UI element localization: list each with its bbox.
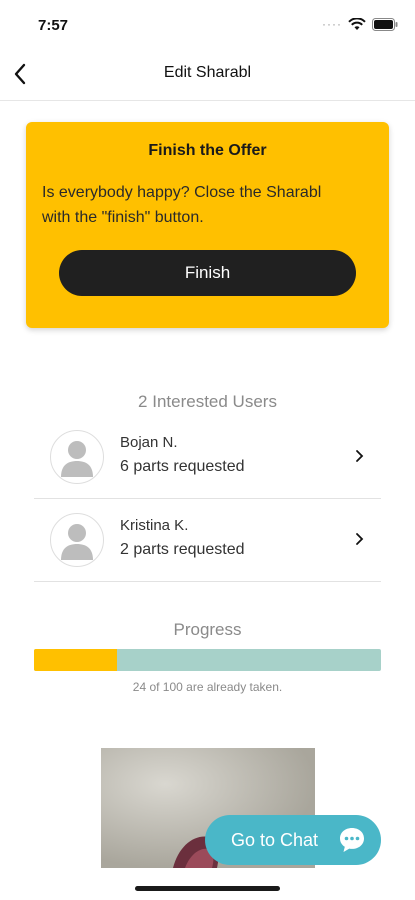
finish-offer-card: Finish the Offer Is everybody happy? Clo…: [26, 122, 389, 328]
user-name: Kristina K.: [120, 517, 189, 534]
user-name: Bojan N.: [120, 434, 178, 451]
page-title: Edit Sharabl: [163, 64, 252, 81]
chevron-right-icon: [356, 450, 364, 462]
user-row[interactable]: Kristina K. 2 parts requested: [34, 499, 381, 582]
finish-card-text: Is everybody happy? Close the Sharabl wi…: [42, 184, 322, 226]
nav-bar: Edit Sharabl: [0, 48, 415, 101]
user-placeholder-icon: [61, 524, 93, 560]
go-to-chat-label: Go to Chat: [231, 829, 319, 850]
user-parts-requested: 6 parts requested: [120, 458, 245, 475]
avatar: [50, 513, 104, 567]
home-indicator: [135, 886, 280, 891]
avatar: [50, 430, 104, 484]
chevron-right-icon: [356, 533, 364, 545]
status-icons: ····: [322, 17, 398, 31]
finish-card-title: Finish the Offer: [148, 142, 267, 159]
finish-button[interactable]: Finish: [59, 250, 356, 296]
signal-dots-icon: ····: [322, 17, 342, 31]
battery-icon: [371, 17, 398, 31]
chat-bubble-icon: [340, 828, 364, 852]
user-placeholder-icon: [61, 441, 93, 477]
user-parts-requested: 2 parts requested: [120, 541, 245, 558]
progress-caption: 24 of 100 are already taken.: [132, 680, 283, 694]
user-row[interactable]: Bojan N. 6 parts requested: [34, 416, 381, 499]
go-to-chat-button[interactable]: Go to Chat: [205, 815, 381, 865]
progress-title: Progress: [173, 620, 242, 639]
status-time: 7:57: [38, 17, 69, 34]
progress-bar-fill: [34, 649, 118, 671]
interested-users-title: 2 Interested Users: [138, 392, 277, 411]
wifi-icon: [348, 17, 366, 30]
progress-bar: [34, 649, 381, 671]
